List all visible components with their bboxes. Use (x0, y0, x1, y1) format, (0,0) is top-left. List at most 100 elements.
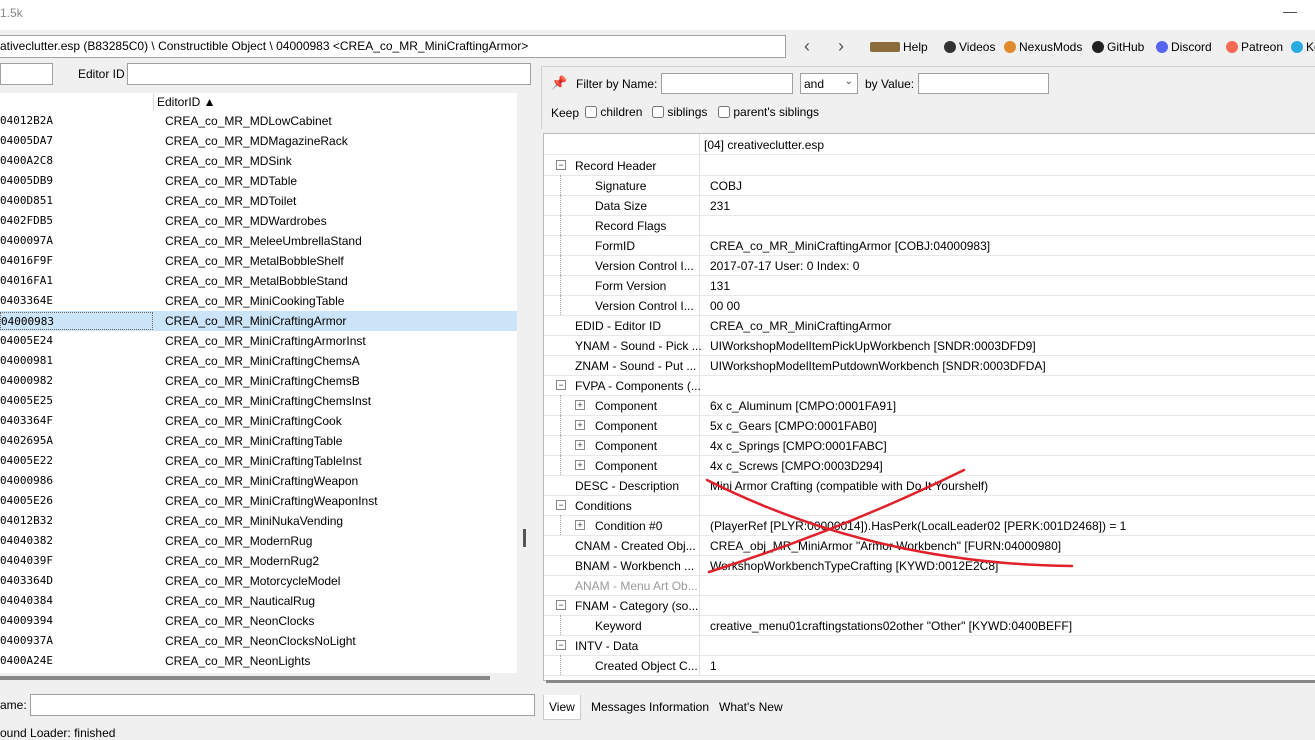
editorid-cell: CREA_co_MR_MDTable (165, 174, 298, 188)
list-item[interactable]: 0400A24E CREA_co_MR_NeonLights (0, 651, 517, 671)
parents-siblings-checkbox[interactable] (718, 106, 730, 118)
editorid-cell: CREA_co_MR_MiniCraftingArmor (165, 314, 347, 328)
list-item[interactable]: 04040382 CREA_co_MR_ModernRug (0, 531, 517, 551)
minimize-button[interactable]: — (1283, 3, 1297, 19)
list-item[interactable]: 04005DA7 CREA_co_MR_MDMagazineRack (0, 131, 517, 151)
name-label: ame: (0, 698, 27, 712)
formid-cell: 0400097A (0, 234, 53, 247)
scrollbar-thumb[interactable] (523, 529, 526, 547)
list-item[interactable]: 04005E22 CREA_co_MR_MiniCraftingTableInst (0, 451, 517, 471)
editorid-cell: CREA_co_MR_ModernRug2 (165, 554, 320, 568)
link-github[interactable]: GitHub (1092, 40, 1144, 54)
list-item[interactable]: 0400937A CREA_co_MR_NeonClocksNoLight (0, 631, 517, 651)
tab-messages[interactable]: Messages (591, 700, 646, 714)
back-button[interactable]: ‹ (797, 36, 817, 56)
link-ko[interactable]: Ko (1291, 40, 1315, 54)
patreon-icon (1226, 41, 1238, 53)
list-item[interactable]: 0403364F CREA_co_MR_MiniCraftingCook (0, 411, 517, 431)
formid-cell: 04040382 (0, 534, 53, 547)
window-title: 1.5k (0, 6, 23, 20)
formid-cell: 0402FDB5 (0, 214, 53, 227)
siblings-label: siblings (667, 105, 708, 119)
list-item[interactable]: 0402FDB5 CREA_co_MR_MDWardrobes (0, 211, 517, 231)
list-item[interactable]: 04000983 CREA_co_MR_MiniCraftingArmor (0, 311, 517, 331)
children-checkbox[interactable] (585, 106, 597, 118)
formid-cell: 0404039F (0, 554, 53, 567)
tab-information[interactable]: Information (649, 700, 709, 714)
filter-name-input[interactable] (661, 73, 793, 94)
editorid-cell: CREA_co_MR_MiniCraftingCook (165, 414, 342, 428)
list-item[interactable]: 04000982 CREA_co_MR_MiniCraftingChemsB (0, 371, 517, 391)
formid-cell: 0403364E (0, 294, 53, 307)
formid-cell: 04000982 (0, 374, 53, 387)
chevron-down-icon: ⌄ (844, 76, 853, 87)
list-item[interactable]: 04009394 CREA_co_MR_NeonClocks (0, 611, 517, 631)
list-item[interactable]: 04016F9F CREA_co_MR_MetalBobbleShelf (0, 251, 517, 271)
list-item[interactable]: 04005E24 CREA_co_MR_MiniCraftingArmorInst (0, 331, 517, 351)
link-label: GitHub (1107, 40, 1145, 54)
editorid-cell: CREA_co_MR_MiniCraftingWeaponInst (165, 494, 378, 508)
by-value-label: by Value: (865, 77, 915, 91)
editorid-cell: CREA_co_MR_MiniCraftingTable (165, 434, 343, 448)
list-item[interactable]: 0403364D CREA_co_MR_MotorcycleModel (0, 571, 517, 591)
formid-cell: 0400D851 (0, 194, 53, 207)
keep-parents-siblings-checkbox[interactable]: parent's siblings (718, 105, 819, 119)
link-nexusmods[interactable]: NexusMods (1004, 40, 1082, 54)
formid-cell: 0400A2C8 (0, 154, 53, 167)
list-item[interactable]: 04005E26 CREA_co_MR_MiniCraftingWeaponIns… (0, 491, 517, 511)
formid-cell: 04000986 (0, 474, 53, 487)
forward-button[interactable]: › (831, 36, 851, 56)
link-label: Videos (959, 40, 996, 54)
formid-cell: 0403364F (0, 414, 53, 427)
keep-siblings-checkbox[interactable]: siblings (652, 105, 707, 119)
tab-view[interactable]: View (543, 695, 581, 720)
editorid-cell: CREA_co_MR_NeonClocksNoLight (165, 634, 356, 648)
list-item[interactable]: 04000981 CREA_co_MR_MiniCraftingChemsA (0, 351, 517, 371)
editor-id-filter-input[interactable] (127, 63, 531, 85)
list-item[interactable]: 04040384 CREA_co_MR_NauticalRug (0, 591, 517, 611)
formid-cell: 04012B2A (0, 114, 53, 127)
editorid-cell: CREA_co_MR_MiniCookingTable (165, 294, 345, 308)
list-item[interactable]: 04012B32 CREA_co_MR_MiniNukaVending (0, 511, 517, 531)
list-item[interactable]: 0403364E CREA_co_MR_MiniCookingTable (0, 291, 517, 311)
link-help[interactable]: Help (870, 40, 928, 54)
link-label: NexusMods (1019, 40, 1083, 54)
siblings-checkbox[interactable] (652, 106, 664, 118)
tab-what-s-new[interactable]: What's New (719, 700, 783, 714)
editorid-column-header[interactable]: EditorID ▲ (157, 95, 216, 109)
record-list-hscrollbar[interactable] (0, 676, 490, 680)
editorid-cell: CREA_co_MR_MDToilet (165, 194, 297, 208)
formid-filter-input[interactable] (0, 63, 53, 85)
list-item[interactable]: 04005DB9 CREA_co_MR_MDTable (0, 171, 517, 191)
name-input[interactable] (30, 694, 535, 716)
record-path-field[interactable]: ativeclutter.esp (B83285C0) \ Constructi… (0, 35, 786, 58)
list-item[interactable]: 04005E25 CREA_co_MR_MiniCraftingChemsInst (0, 391, 517, 411)
list-item[interactable]: 0400A2C8 CREA_co_MR_MDSink (0, 151, 517, 171)
list-item[interactable]: 04016FA1 CREA_co_MR_MetalBobbleStand (0, 271, 517, 291)
kofi-icon (1291, 41, 1303, 53)
status-text: ound Loader: finished (0, 726, 116, 740)
list-item[interactable]: 04000986 CREA_co_MR_MiniCraftingWeapon (0, 471, 517, 491)
editorid-cell: CREA_co_MR_MiniCraftingChemsA (165, 354, 360, 368)
link-patreon[interactable]: Patreon (1226, 40, 1283, 54)
list-item[interactable]: 04012B2A CREA_co_MR_MDLowCabinet (0, 111, 517, 131)
keep-children-checkbox[interactable]: children (585, 105, 642, 119)
record-tree-hscrollbar[interactable] (546, 680, 1315, 683)
formid-cell: 0400A24E (0, 654, 53, 667)
pin-icon[interactable]: 📌 (551, 75, 567, 91)
editorid-cell: CREA_co_MR_NeonLights (165, 654, 311, 668)
formid-cell: 04009394 (0, 614, 53, 627)
list-item[interactable]: 0402695A CREA_co_MR_MiniCraftingTable (0, 431, 517, 451)
record-list-scrollbar[interactable] (520, 93, 530, 673)
editorid-cell: CREA_co_MR_MiniCraftingArmorInst (165, 334, 366, 348)
filter-value-input[interactable] (918, 73, 1049, 94)
record-path-text: ativeclutter.esp (B83285C0) \ Constructi… (0, 39, 529, 53)
list-item[interactable]: 0400097A CREA_co_MR_MeleeUmbrellaStand (0, 231, 517, 251)
list-item[interactable]: 0400D851 CREA_co_MR_MDToilet (0, 191, 517, 211)
link-videos[interactable]: Videos (944, 40, 995, 54)
and-select[interactable]: and ⌄ (800, 73, 858, 94)
list-item[interactable]: 0404039F CREA_co_MR_ModernRug2 (0, 551, 517, 571)
editorid-cell: CREA_co_MR_MetalBobbleShelf (165, 254, 344, 268)
link-discord[interactable]: Discord (1156, 40, 1212, 54)
formid-cell: 04016F9F (0, 254, 53, 267)
